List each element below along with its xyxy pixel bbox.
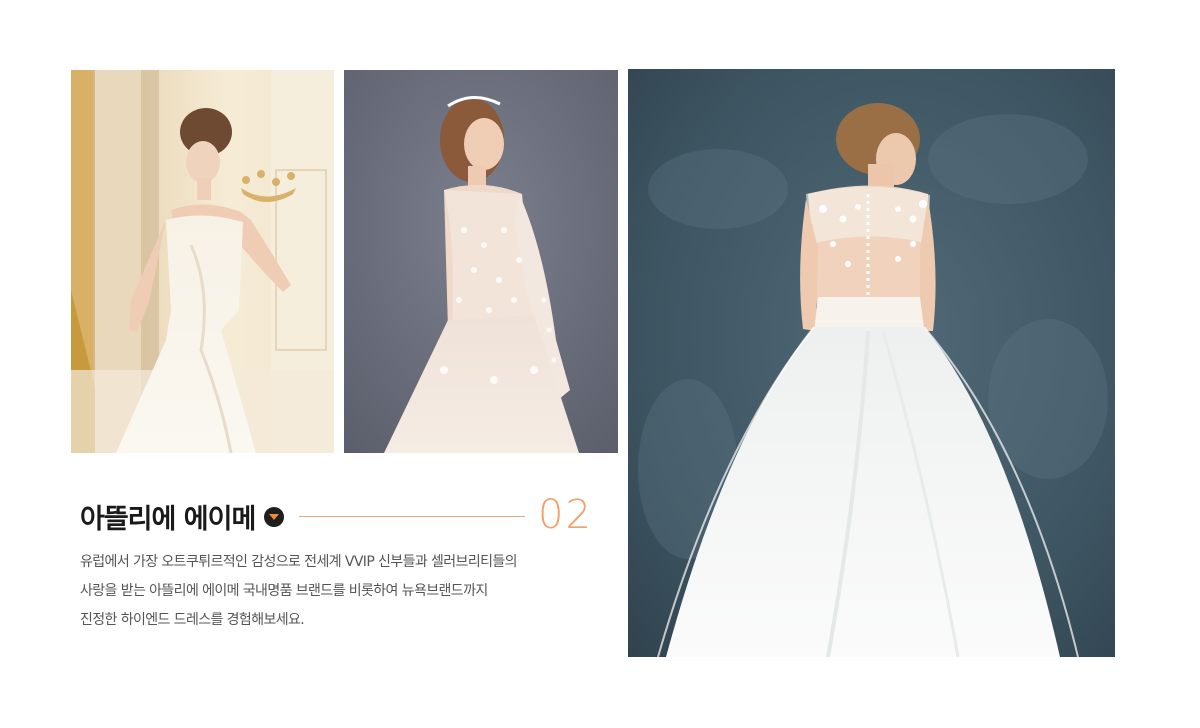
dress-photo-ballgown-image	[628, 69, 1115, 657]
brand-title: 아뜰리에 에이메	[80, 504, 256, 535]
dress-photo-lace-sleeve	[344, 70, 618, 453]
brand-description: 유럽에서 가장 오트쿠튀르적인 감성으로 전세계 VVIP 신부들과 셀러브리티…	[80, 548, 600, 635]
brand-number: 02	[538, 492, 593, 538]
brand-heading: 아뜰리에 에이메 02	[80, 492, 600, 540]
description-line: 진정한 하이엔드 드레스를 경험해보세요.	[80, 612, 305, 628]
chevron-down-circle-icon[interactable]	[264, 507, 284, 527]
dress-photo-strapless	[71, 70, 334, 453]
dress-photo-strapless-image	[71, 70, 334, 453]
divider-line	[299, 516, 525, 517]
page: 아뜰리에 에이메 02 유럽에서 가장 오트쿠튀르적인 감성으로 전세계 VVI…	[0, 0, 1200, 728]
dress-photo-lace-sleeve-image	[344, 70, 618, 453]
dress-photo-ballgown	[628, 69, 1115, 657]
description-line: 유럽에서 가장 오트쿠튀르적인 감성으로 전세계 VVIP 신부들과 셀러브리티…	[80, 554, 518, 570]
description-line: 사랑을 받는 아뜰리에 에이메 국내명품 브랜드를 비롯하여 뉴욕브랜드까지	[80, 583, 488, 599]
